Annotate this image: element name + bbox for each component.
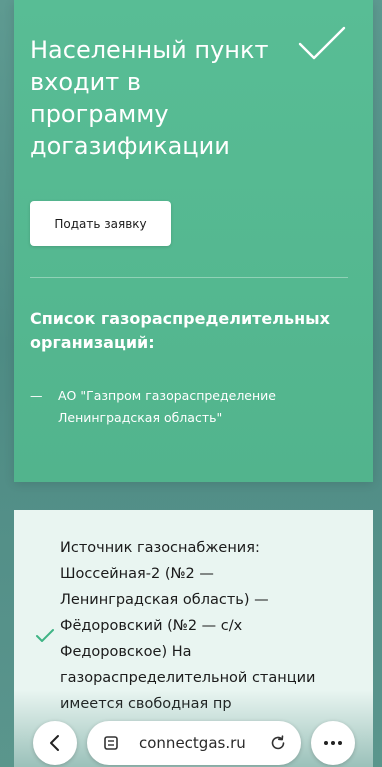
divider <box>30 277 348 278</box>
checkmark-icon <box>298 26 346 60</box>
address-bar[interactable]: connectgas.ru <box>87 721 301 765</box>
more-icon <box>324 741 342 745</box>
more-button[interactable] <box>311 721 355 765</box>
url-text: connectgas.ru <box>139 734 246 752</box>
reload-icon[interactable] <box>269 734 287 752</box>
list-item: — АО "Газпром газораспределение Ленингра… <box>30 385 340 429</box>
tabs-icon <box>104 736 118 750</box>
checkmark-icon <box>36 629 54 642</box>
page-title: Населенный пункт входит в программу дога… <box>30 36 269 160</box>
organizations-heading: Список газораспределительных организаций… <box>30 309 330 352</box>
organization-name: АО "Газпром газораспределение Ленинградс… <box>58 388 276 425</box>
apply-button[interactable]: Подать заявку <box>30 201 171 246</box>
back-icon <box>50 735 59 751</box>
back-button[interactable] <box>33 721 77 765</box>
list-dash: — <box>30 388 43 403</box>
